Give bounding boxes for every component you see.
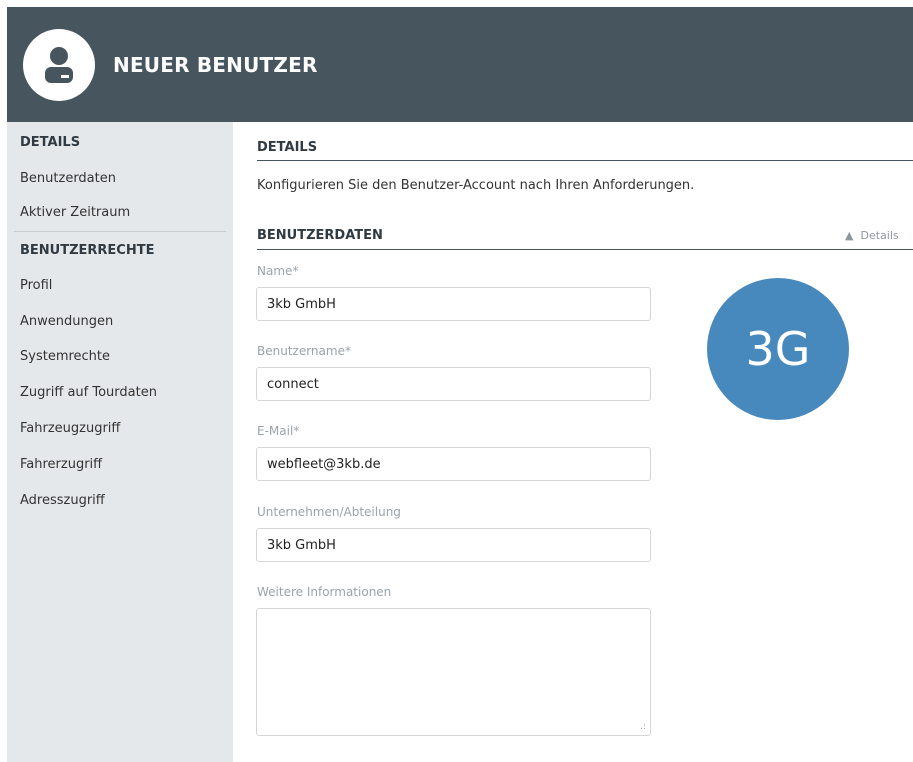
userdata-section-title: BENUTZERDATEN <box>257 228 383 243</box>
name-input[interactable]: 3kb GmbH <box>256 287 651 321</box>
more-info-label: Weitere Informationen <box>257 585 392 599</box>
sidebar-item-fahrerzugriff[interactable]: Fahrerzugriff <box>20 457 102 472</box>
initials-avatar: 3G <box>707 278 849 420</box>
details-section-title: DETAILS <box>257 140 318 155</box>
sidebar-item-fahrzeugzugriff[interactable]: Fahrzeugzugriff <box>20 421 120 436</box>
page-title: NEUER BENUTZER <box>113 52 318 77</box>
sidebar-heading-benutzerrechte: BENUTZERRECHTE <box>20 243 155 258</box>
username-input[interactable]: connect <box>256 367 651 401</box>
details-collapse-toggle[interactable]: ▲ Details <box>845 229 899 242</box>
sidebar-item-benutzerdaten[interactable]: Benutzerdaten <box>20 171 116 186</box>
userdata-section-divider <box>257 249 913 250</box>
sidebar-item-aktiver-zeitraum[interactable]: Aktiver Zeitraum <box>20 205 130 220</box>
sidebar-item-zugriff-auf-tourdaten[interactable]: Zugriff auf Tourdaten <box>20 385 157 400</box>
sidebar-item-adresszugriff[interactable]: Adresszugriff <box>20 493 105 508</box>
page-header: NEUER BENUTZER <box>7 7 913 122</box>
name-label: Name* <box>257 264 299 278</box>
company-label: Unternehmen/Abteilung <box>257 505 401 519</box>
sidebar-item-profil[interactable]: Profil <box>20 278 52 293</box>
sidebar: DETAILS Benutzerdaten Aktiver Zeitraum B… <box>7 122 233 762</box>
sidebar-item-systemrechte[interactable]: Systemrechte <box>20 349 110 364</box>
details-section-divider <box>257 160 913 161</box>
main-content: DETAILS Konfigurieren Sie den Benutzer-A… <box>233 122 913 762</box>
email-label: E-Mail* <box>257 424 300 438</box>
user-icon <box>45 46 73 83</box>
sidebar-divider <box>14 231 226 232</box>
details-collapse-label: Details <box>860 229 899 242</box>
triangle-up-icon: ▲ <box>845 229 854 242</box>
resize-grip-icon[interactable]: .: <box>640 723 646 732</box>
username-label: Benutzername* <box>257 344 351 358</box>
user-avatar <box>23 28 95 101</box>
more-info-textarea[interactable]: .: <box>256 608 651 736</box>
company-input[interactable]: 3kb GmbH <box>256 528 651 562</box>
sidebar-heading-details: DETAILS <box>20 135 81 150</box>
email-input[interactable]: webfleet@3kb.de <box>256 447 651 481</box>
window-edge <box>0 0 7 762</box>
details-description: Konfigurieren Sie den Benutzer-Account n… <box>257 178 695 193</box>
sidebar-item-anwendungen[interactable]: Anwendungen <box>20 314 113 329</box>
